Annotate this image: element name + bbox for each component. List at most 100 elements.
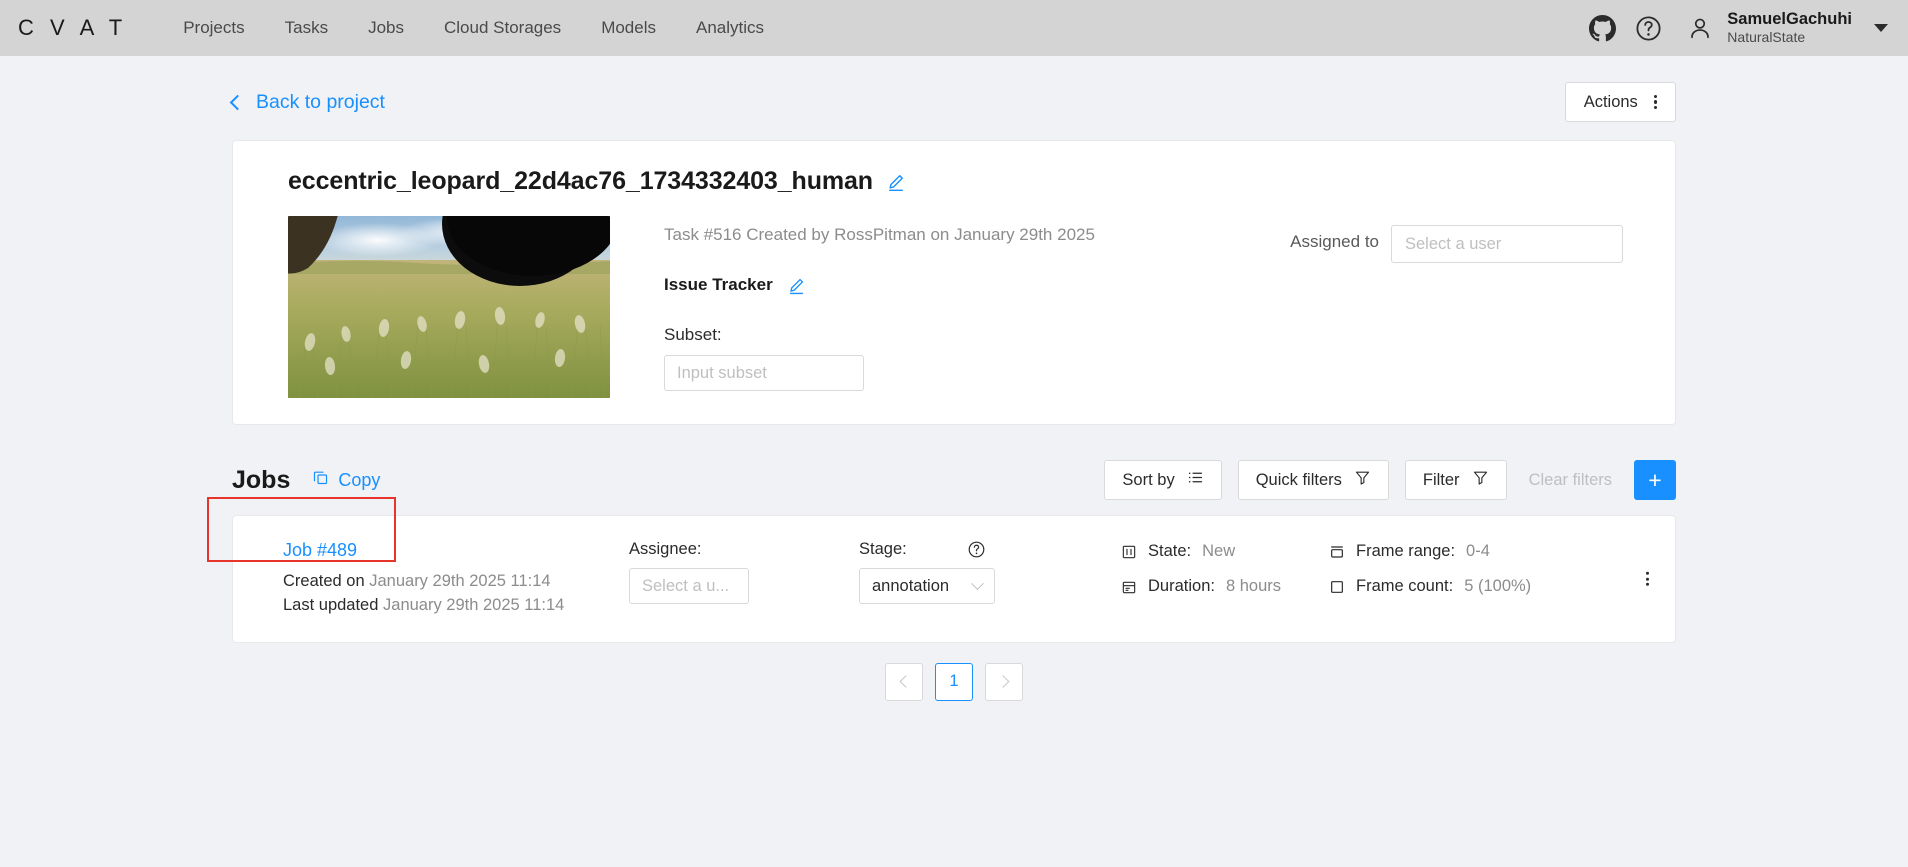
question-circle-icon[interactable] [1625,5,1671,51]
job-row[interactable]: Job #489 Created on January 29th 2025 11… [232,515,1676,643]
job-stage-value: annotation [872,576,950,595]
job-duration-stat: Duration: 8 hours [1121,577,1329,596]
quick-filters-button[interactable]: Quick filters [1237,460,1389,500]
back-to-project-label: Back to project [256,90,385,113]
clear-filters-button[interactable]: Clear filters [1523,471,1618,490]
pagination-prev-button[interactable] [885,662,923,701]
copy-label: Copy [338,469,381,490]
navbar-right: SamuelGachuhi NaturalState [1579,5,1890,51]
chevron-left-icon [229,94,246,110]
job-created-value: January 29th 2025 11:14 [369,572,551,590]
job-more-menu-icon[interactable] [1645,571,1649,587]
stage-help-icon[interactable] [967,540,986,564]
chevron-down-icon[interactable] [1874,24,1888,32]
funnel-icon [1472,469,1489,491]
jobs-toolbar: Sort by Quick filters Filter Clear filte… [1104,460,1676,500]
nav-item-cloud-storages[interactable]: Cloud Storages [424,0,581,56]
chevron-left-icon [899,675,912,689]
nav-item-tasks[interactable]: Tasks [265,0,348,56]
job-frame-count-value: 5 (100%) [1464,577,1532,595]
nav-item-models[interactable]: Models [581,0,676,56]
job-state-stat: State: New [1121,542,1329,561]
filter-button[interactable]: Filter [1404,460,1507,500]
chevron-down-icon [971,576,984,590]
job-assignee-column: Assignee: Select a u... [629,540,859,604]
assigned-to-label: Assigned to [1290,232,1379,251]
more-vertical-icon [1653,94,1657,110]
copy-jobs-link[interactable]: Copy [312,469,380,491]
frame-count-icon [1329,579,1345,595]
user-avatar-icon [1685,13,1715,43]
task-info-column: Task #516 Created by RossPitman on Janua… [610,216,1290,398]
subset-input[interactable] [664,355,864,391]
job-frame-range-label: Frame range: [1356,542,1456,560]
pagination-page-1[interactable]: 1 [935,662,973,701]
page-title: eccentric_leopard_22d4ac76_1734332403_hu… [288,167,873,195]
assigned-to-block: Assigned to Select a user [1290,216,1647,398]
job-stage-select[interactable]: annotation [859,568,995,604]
sort-by-label: Sort by [1122,470,1175,489]
task-assignee-select[interactable]: Select a user [1391,225,1623,263]
frame-range-icon [1329,544,1345,560]
issue-tracker-row: Issue Tracker [664,275,1290,295]
user-menu[interactable]: SamuelGachuhi NaturalState [1685,10,1852,46]
quick-filters-label: Quick filters [1255,470,1342,489]
sort-by-button[interactable]: Sort by [1104,460,1222,500]
job-frame-range-value: 0-4 [1466,542,1490,560]
job-updated-row: Last updated January 29th 2025 11:14 [283,594,629,618]
user-identity: SamuelGachuhi NaturalState [1727,10,1852,46]
task-detail-card: eccentric_leopard_22d4ac76_1734332403_hu… [232,140,1676,425]
user-organization: NaturalState [1727,29,1806,46]
filter-label: Filter [1422,470,1460,489]
job-duration-label: Duration: [1148,577,1215,595]
subset-field: Subset: [664,325,1290,391]
cvat-logo[interactable]: C V A T [14,15,127,41]
jobs-title: Jobs [232,465,291,494]
task-assignee-placeholder: Select a user [1405,234,1502,253]
task-title-row: eccentric_leopard_22d4ac76_1734332403_hu… [261,167,1647,196]
job-created-row: Created on January 29th 2025 11:14 [283,570,629,594]
user-name: SamuelGachuhi [1727,10,1852,28]
edit-title-pencil-icon[interactable] [886,172,906,192]
jobs-header: Jobs Copy Sort by Quick filters Filter C… [232,457,1676,503]
duration-icon [1121,579,1137,595]
actions-label: Actions [1583,92,1638,111]
task-meta-text: Task #516 Created by RossPitman on Janua… [664,225,1095,244]
job-identity-column: Job #489 Created on January 29th 2025 11… [259,540,629,618]
job-state-value: New [1202,542,1236,560]
jobs-pagination: 1 [0,662,1908,701]
github-icon[interactable] [1579,5,1625,51]
job-created-label: Created on [283,572,365,590]
job-assignee-label: Assignee: [629,540,702,558]
chevron-right-icon [996,675,1009,689]
job-state-label: State: [1148,542,1192,560]
copy-icon [312,469,329,491]
job-dates: Created on January 29th 2025 11:14 Last … [283,570,629,618]
job-updated-value: January 29th 2025 11:14 [383,595,565,614]
job-frame-count-label: Frame count: [1356,577,1454,595]
main-nav: Projects Tasks Jobs Cloud Storages Model… [163,0,784,56]
add-job-button[interactable]: + [1634,460,1676,500]
job-stage-column: Stage: annotation [859,540,1109,604]
top-navbar: C V A T Projects Tasks Jobs Cloud Storag… [0,0,1908,56]
nav-item-analytics[interactable]: Analytics [676,0,784,56]
job-assignee-placeholder: Select a u... [642,576,730,595]
job-frame-count-stat: Frame count: 5 (100%) [1329,577,1649,596]
actions-button[interactable]: Actions [1564,82,1676,122]
pagination-next-button[interactable] [985,662,1023,701]
subset-label: Subset: [664,325,722,344]
task-page: Back to project Actions eccentric_leopar… [0,56,1908,701]
task-preview-thumbnail[interactable] [288,216,610,398]
sort-list-icon [1187,469,1204,491]
job-frame-range-stat: Frame range: 0-4 [1329,542,1649,561]
nav-item-jobs[interactable]: Jobs [348,0,424,56]
edit-issue-tracker-pencil-icon[interactable] [787,276,806,295]
job-id-link[interactable]: Job #489 [283,540,357,561]
job-assignee-select[interactable]: Select a u... [629,568,749,604]
funnel-icon [1354,469,1371,491]
issue-tracker-label: Issue Tracker [664,275,773,294]
nav-item-projects[interactable]: Projects [163,0,264,56]
job-updated-label: Last updated [283,595,379,614]
jobs-list: Job #489 Created on January 29th 2025 11… [232,515,1676,643]
back-to-project-link[interactable]: Back to project [229,90,385,114]
